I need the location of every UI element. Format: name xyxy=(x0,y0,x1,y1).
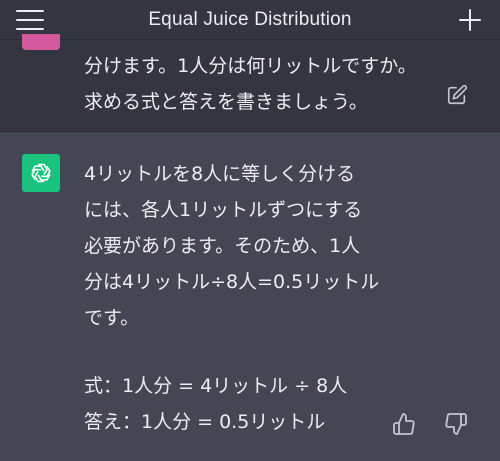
assistant-message-line: 分は4リットル÷8人=0.5リットル xyxy=(84,271,380,293)
openai-logo-icon xyxy=(31,163,51,183)
menu-line xyxy=(16,10,44,12)
hamburger-menu-icon[interactable] xyxy=(16,8,44,32)
answer-line: 答え：1人分 = 0.5リットル xyxy=(84,411,326,433)
assistant-message-text: 4リットルを8人に等しく分ける には、各人1リットルずつにする 必要があります。… xyxy=(84,156,404,440)
user-message: 分けます。1人分は何リットルですか。 求める式と答えを書きましょう。 xyxy=(0,34,500,132)
assistant-message-line: には、各人1リットルずつにする xyxy=(84,199,363,221)
user-message-line: 求める式と答えを書きましょう。 xyxy=(84,91,368,113)
thumbs-down-icon[interactable] xyxy=(444,412,468,436)
thumbs-up-icon[interactable] xyxy=(392,412,416,436)
menu-line xyxy=(16,28,44,30)
assistant-avatar xyxy=(22,154,60,192)
user-avatar xyxy=(22,34,60,50)
assistant-message-line: です。 xyxy=(84,307,140,329)
menu-line xyxy=(16,19,44,21)
user-message-text: 分けます。1人分は何リットルですか。 求める式と答えを書きましょう。 xyxy=(84,48,444,120)
plus-icon[interactable] xyxy=(458,8,482,32)
top-bar: Equal Juice Distribution xyxy=(0,0,500,40)
assistant-message-line: 必要があります。そのため、1人 xyxy=(84,235,361,257)
chat-title: Equal Juice Distribution xyxy=(148,8,352,30)
user-message-line: 分けます。1人分は何リットルですか。 xyxy=(84,55,417,77)
assistant-message-line: 4リットルを8人に等しく分ける xyxy=(84,163,356,185)
formula-line: 式：1人分 = 4リットル ÷ 8人 xyxy=(84,375,348,397)
pencil-edit-icon[interactable] xyxy=(446,84,468,106)
